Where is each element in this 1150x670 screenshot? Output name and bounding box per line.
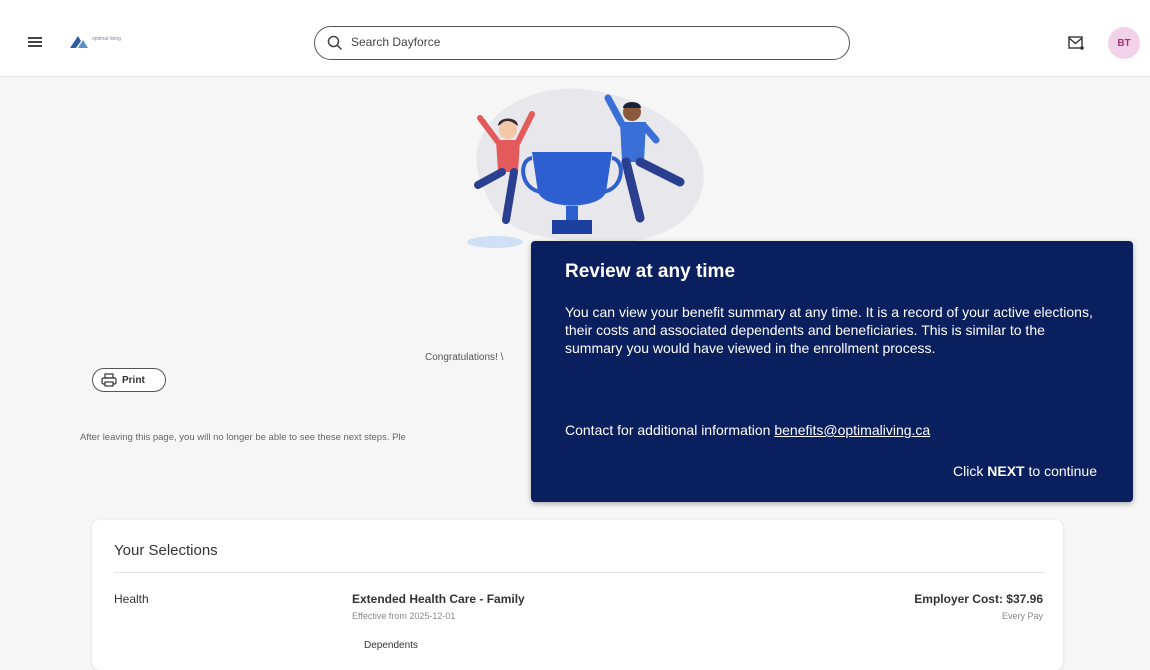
tooltip-contact: Contact for additional information benef…	[565, 422, 930, 438]
congratulations-text: Congratulations! \	[425, 352, 504, 363]
search-bar[interactable]	[314, 26, 850, 60]
print-button[interactable]: Print	[92, 368, 166, 392]
celebration-illustration	[467, 88, 704, 248]
logo-text: optimal living	[92, 36, 121, 42]
benefits-email-link[interactable]: benefits@optimaliving.ca	[774, 422, 930, 438]
search-icon	[327, 35, 343, 51]
logo-mark-icon	[70, 36, 88, 48]
user-avatar[interactable]: BT	[1108, 27, 1140, 59]
printer-icon	[101, 373, 117, 387]
company-logo[interactable]: optimal living	[70, 34, 150, 50]
next-keyword: NEXT	[987, 463, 1025, 479]
selections-title: Your Selections	[114, 542, 218, 559]
selection-category: Health	[114, 592, 149, 606]
search-input[interactable]	[349, 34, 833, 50]
next-steps-notice: After leaving this page, you will no lon…	[80, 432, 406, 443]
guided-tour-tooltip: Review at any time You can view your ben…	[531, 241, 1133, 502]
tooltip-body: You can view your benefit summary at any…	[565, 304, 1093, 356]
tooltip-title: Review at any time	[565, 261, 736, 282]
contact-label: Contact for additional information	[565, 422, 771, 438]
hamburger-menu-icon[interactable]	[28, 37, 42, 47]
next-hint-suffix: to continue	[1028, 463, 1098, 479]
employer-cost: Employer Cost: $37.96	[914, 592, 1043, 606]
divider	[114, 572, 1044, 573]
next-hint-prefix: Click	[953, 463, 984, 479]
cost-frequency: Every Pay	[1001, 611, 1043, 621]
message-icon[interactable]	[1068, 36, 1084, 50]
print-label: Print	[122, 374, 145, 386]
selection-plan-name: Extended Health Care - Family	[352, 592, 525, 606]
dependents-label: Dependents	[364, 640, 418, 651]
your-selections-card: Your Selections Health Extended Health C…	[92, 520, 1063, 670]
top-bar: optimal living BT	[0, 0, 1150, 77]
tooltip-next-hint: Click NEXT to continue	[953, 463, 1097, 479]
selection-effective-date: Effective from 2025-12-01	[352, 611, 456, 621]
